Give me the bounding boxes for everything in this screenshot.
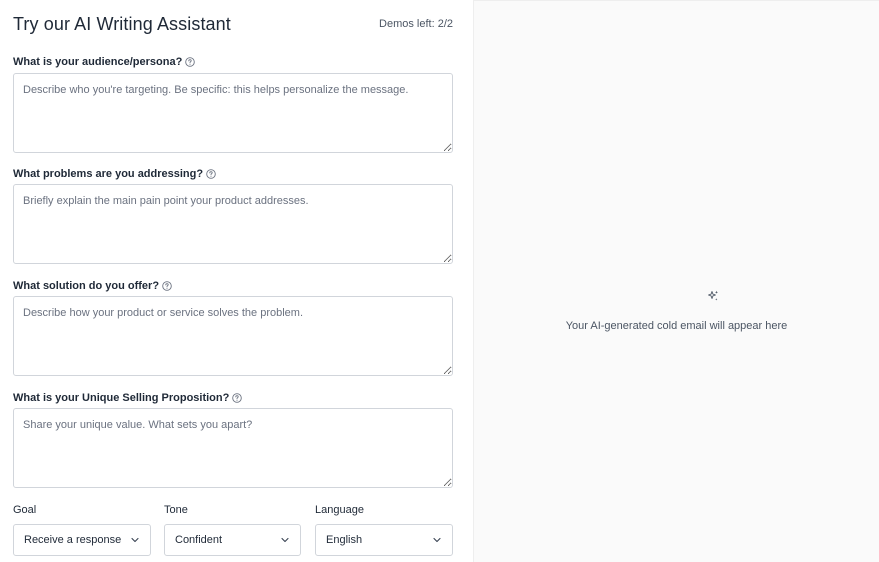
demos-left-counter: Demos left: 2/2 [379,18,453,30]
chevron-down-icon [130,535,140,545]
help-icon[interactable] [206,169,216,179]
chevron-down-icon [432,535,442,545]
goal-select[interactable]: Receive a response [13,524,151,556]
problems-label-text: What problems are you addressing? [13,168,204,180]
tone-select-value: Confident [175,534,223,546]
usp-label-text: What is your Unique Selling Proposition? [13,392,230,404]
tone-select[interactable]: Confident [164,524,301,556]
solution-label-text: What solution do you offer? [13,280,160,292]
language-select-value: English [326,534,363,546]
goal-label: Goal [13,504,37,516]
usp-label: What is your Unique Selling Proposition? [13,392,243,404]
goal-select-value: Receive a response [24,534,122,546]
chevron-down-icon [280,535,290,545]
sparkle-icon [707,289,719,301]
output-placeholder: Your AI-generated cold email will appear… [565,320,788,332]
audience-label-text: What is your audience/persona? [13,56,183,68]
app: Try our AI Writing Assistant Demos left:… [0,0,879,562]
audience-label: What is your audience/persona? [13,56,196,68]
usp-input[interactable] [13,408,453,488]
solution-label: What solution do you offer? [13,280,172,292]
help-icon[interactable] [232,393,243,403]
problems-input[interactable] [13,184,453,264]
help-icon[interactable] [185,57,196,67]
language-label: Language [315,504,364,516]
output-panel: Your AI-generated cold email will appear… [473,0,879,562]
tone-label: Tone [164,504,188,516]
audience-input[interactable] [13,73,453,153]
form-panel: Try our AI Writing Assistant Demos left:… [0,0,473,562]
page-title: Try our AI Writing Assistant [13,14,231,34]
language-select[interactable]: English [315,524,453,556]
help-icon[interactable] [162,281,172,291]
solution-input[interactable] [13,296,453,376]
problems-label: What problems are you addressing? [13,168,216,180]
